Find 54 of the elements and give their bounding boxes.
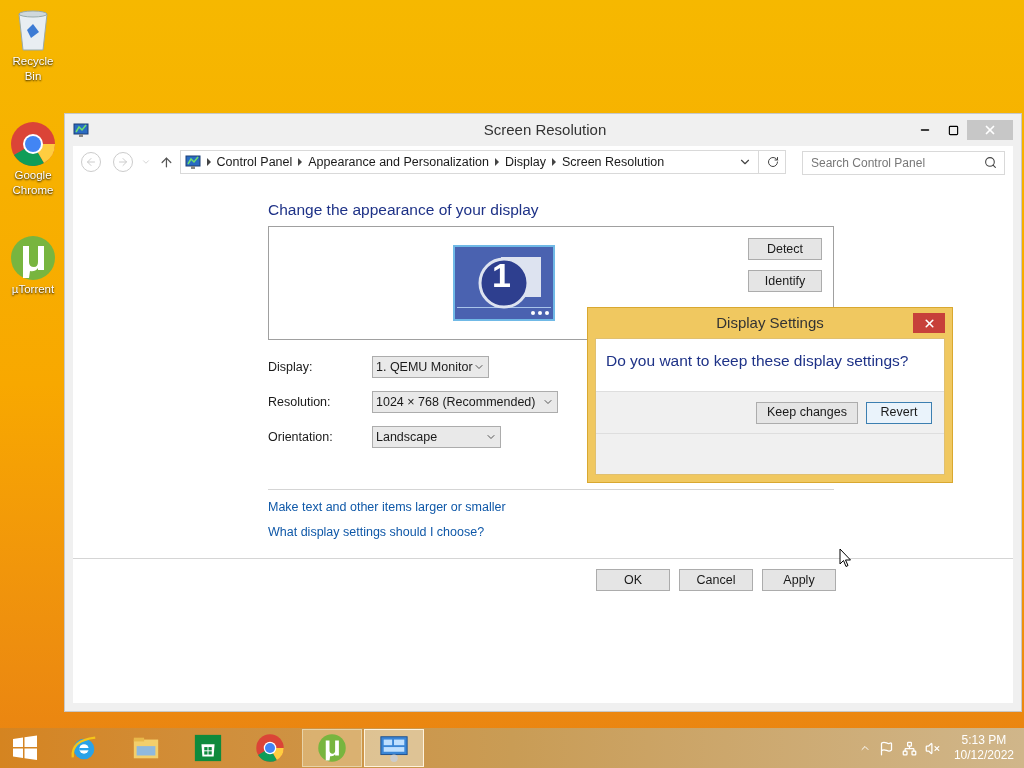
mouse-cursor-icon [839,548,852,568]
search-icon[interactable] [984,155,997,169]
identify-button[interactable]: Identify [748,270,822,292]
search-field[interactable]: Search Control Panel [802,150,1005,175]
back-arrow-icon [84,156,97,168]
help-link[interactable]: What display settings should I choose? [268,525,485,540]
maximize-icon [947,124,959,136]
store-icon[interactable] [193,733,223,763]
control-panel-icon[interactable] [379,733,409,763]
monitor-number: 1 [492,255,511,295]
forward-arrow-icon [116,156,129,168]
help-link[interactable]: Make text and other items larger or smaller [268,500,506,515]
breadcrumb-item[interactable]: Appearance and Personalization [308,152,489,172]
keep-changes-button[interactable]: Keep changes [756,401,858,424]
monitor-icon [184,154,201,170]
refresh-icon[interactable] [767,156,779,168]
breadcrumb-arrow-icon [298,158,303,166]
utorrent-icon[interactable] [317,733,347,763]
dialog-question: Do you want to keep these display settings? [606,351,910,371]
close-button[interactable] [913,313,945,333]
field-label: Orientation: [268,428,334,446]
monitor-icon [73,122,89,138]
apply-button[interactable]: Apply [762,569,836,591]
ok-button[interactable]: OK [596,569,670,591]
window-title: Screen Resolution [482,119,608,140]
chrome-icon[interactable] [9,120,57,168]
close-icon [922,316,936,330]
utorrent-icon[interactable] [9,234,57,282]
breadcrumb-item[interactable]: Screen Resolution [561,152,665,172]
address-bar[interactable]: Control Panel Appearance and Personalization Display Screen Resolution [179,150,786,174]
dropdown-field[interactable]: 1024 × 768 (Recommended) [372,391,558,413]
up-icon[interactable] [158,154,174,170]
revert-button[interactable]: Revert [866,401,932,424]
cancel-button[interactable]: Cancel [679,569,753,591]
breadcrumb-arrow-icon [551,158,556,166]
close-icon [983,123,997,137]
breadcrumb-item[interactable]: Display [504,152,546,172]
volume-muted-icon[interactable] [924,740,940,756]
chrome-icon[interactable] [255,733,285,763]
field-label: Display: [268,358,314,376]
breadcrumb-arrow-icon [494,158,499,166]
taskbar-button[interactable] [302,729,362,767]
page-heading: Change the appearance of your display [268,200,540,220]
detect-button[interactable]: Detect [748,238,822,260]
dropdown-field[interactable]: 1. QEMU Monitor [372,356,489,378]
flag-icon[interactable] [878,740,894,756]
network-icon[interactable] [901,740,917,756]
dropdown-field[interactable]: Landscape [372,426,501,448]
breadcrumb-arrow-icon [206,158,211,166]
breadcrumb-item[interactable]: Control Panel [216,152,293,172]
field-label: Resolution: [268,393,332,411]
monitor-identifier-drawing[interactable] [453,245,555,321]
dialog-title: Display Settings [715,312,825,333]
start-icon[interactable] [11,734,39,762]
